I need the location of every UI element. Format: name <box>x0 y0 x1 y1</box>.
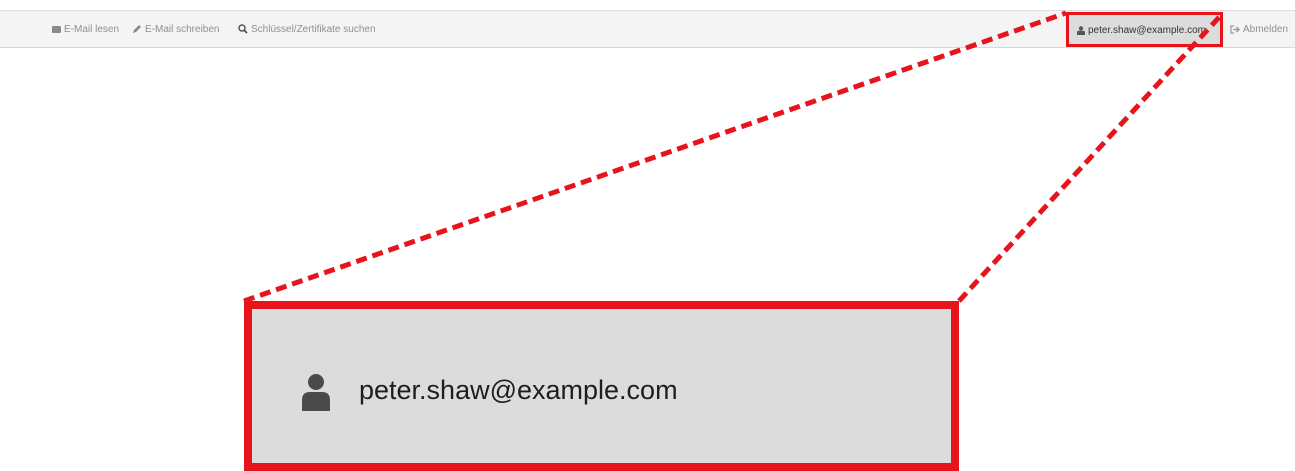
pencil-icon <box>133 25 141 33</box>
nav-user-account[interactable]: peter.shaw@example.com <box>1066 12 1223 48</box>
user-icon <box>1077 25 1085 35</box>
search-icon <box>238 24 248 34</box>
zoom-callout: peter.shaw@example.com <box>244 301 959 471</box>
envelope-icon <box>52 25 61 33</box>
user-icon <box>302 374 330 411</box>
zoom-user-label: peter.shaw@example.com <box>359 375 678 405</box>
connector-left <box>243 10 1067 304</box>
nav-search-keys[interactable]: Schlüssel/Zertifikate suchen <box>238 11 376 47</box>
nav-search-keys-label: Schlüssel/Zertifikate suchen <box>251 23 376 35</box>
nav-user-label: peter.shaw@example.com <box>1088 24 1206 36</box>
nav-logout[interactable]: Abmelden <box>1230 11 1288 47</box>
nav-read-mail[interactable]: E-Mail lesen <box>52 11 119 47</box>
top-navbar: E-Mail lesen E-Mail schreiben Schlüssel/… <box>0 10 1295 48</box>
connector-right <box>957 11 1225 303</box>
nav-logout-label: Abmelden <box>1243 23 1289 35</box>
nav-write-mail[interactable]: E-Mail schreiben <box>132 11 219 47</box>
nav-write-mail-label: E-Mail schreiben <box>145 23 220 35</box>
nav-read-mail-label: E-Mail lesen <box>64 23 120 35</box>
sign-out-icon <box>1230 24 1240 34</box>
